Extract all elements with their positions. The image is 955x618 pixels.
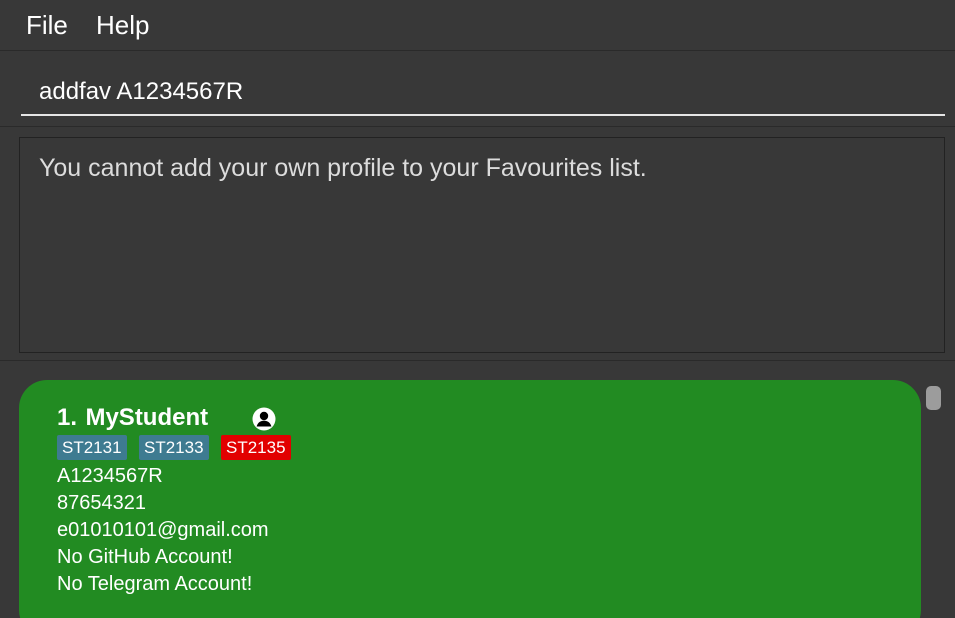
email-address: e01010101@gmail.com	[57, 519, 269, 541]
github-account: No GitHub Account!	[57, 546, 233, 568]
result-display[interactable]: You cannot add your own profile to your …	[19, 137, 945, 353]
command-input[interactable]	[21, 70, 945, 116]
menu-file[interactable]: File	[26, 10, 68, 41]
card-index: 1.	[57, 404, 78, 431]
student-id: A1234567R	[57, 465, 163, 487]
menu-bar: File Help	[0, 0, 955, 51]
card-header: 1. MyStudent	[57, 404, 883, 434]
profile-icon	[252, 407, 276, 431]
scrollbar-thumb[interactable]	[926, 386, 941, 410]
card-name: MyStudent	[85, 404, 209, 431]
command-box-area	[0, 52, 955, 127]
menu-help[interactable]: Help	[96, 10, 149, 41]
tag-st2131: ST2131	[57, 435, 127, 460]
telegram-account: No Telegram Account!	[57, 573, 253, 595]
tag-st2135: ST2135	[221, 435, 291, 460]
result-display-area: You cannot add your own profile to your …	[0, 128, 955, 361]
app-window: File Help You cannot add your own profil…	[0, 0, 955, 618]
tag-st2133: ST2133	[139, 435, 209, 460]
scrollbar-track[interactable]	[922, 380, 944, 618]
tag-list: ST2131 ST2133 ST2135	[57, 435, 883, 463]
result-message: You cannot add your own profile to your …	[39, 154, 647, 182]
person-card[interactable]: 1. MyStudent ST2131 ST2133 ST2135 A12345…	[19, 380, 921, 618]
person-list-panel: 1. MyStudent ST2131 ST2133 ST2135 A12345…	[0, 362, 955, 618]
phone-number: 87654321	[57, 492, 146, 514]
